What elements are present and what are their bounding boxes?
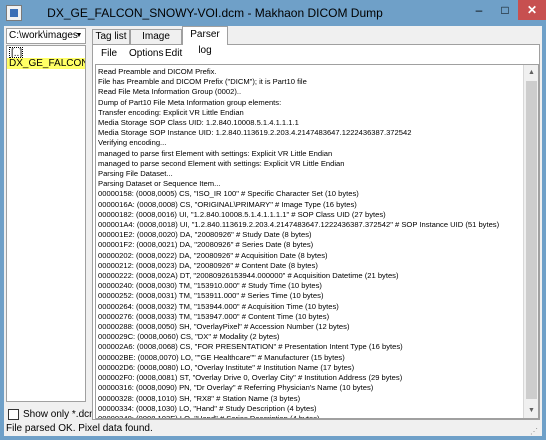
scroll-up-icon[interactable]: ▲	[524, 65, 538, 80]
log-line: 000002F0: (0008,0081) ST, "Overlay Drive…	[98, 373, 403, 383]
log-line: Verifying encoding...	[98, 138, 167, 148]
menu-file[interactable]: File	[101, 48, 117, 59]
minimize-button[interactable]: –	[466, 0, 492, 20]
log-line: Media Storage SOP Instance UID: 1.2.840.…	[98, 128, 412, 138]
log-line: Media Storage SOP Class UID: 1.2.840.100…	[98, 118, 299, 128]
log-line: 00000158: (0008,0005) CS, "ISO_IR 100" #…	[98, 189, 359, 199]
menu-options[interactable]: Options	[129, 48, 163, 59]
vertical-scrollbar[interactable]: ▲ ▼	[523, 65, 538, 418]
parser-log-lines: Read Preamble and DICOM Prefix. File has …	[98, 67, 522, 419]
parser-log-textbox[interactable]: Read Preamble and DICOM Prefix. File has …	[95, 64, 539, 419]
menu-edit[interactable]: Edit	[165, 48, 182, 59]
log-line: 00000340: (0008,103E) LO, "Hand" # Serie…	[98, 413, 320, 419]
log-line: 000001F2: (0008,0021) DA, "20080926" # S…	[98, 240, 314, 250]
file-list-item-parent[interactable]: [..]	[9, 47, 23, 58]
parser-log-panel: File Options Edit Read Preamble and DICO…	[92, 44, 540, 420]
log-line: Parsing File Dataset...	[98, 169, 173, 179]
client-area: C:\work\images ▼ [..] DX_GE_FALCON_SNOWY…	[4, 26, 542, 436]
window-title: DX_GE_FALCON_SNOWY-VOI.dcm - Makhaon DIC…	[47, 6, 383, 20]
file-list-item-selected[interactable]: DX_GE_FALCON_SNOWY	[7, 58, 85, 69]
folder-path-combo[interactable]: C:\work\images ▼	[6, 28, 86, 44]
log-line: 00000252: (0008,0031) TM, "153911.000" #…	[98, 291, 324, 301]
log-line: 000002BE: (0008,0070) LO, ""GE Healthcar…	[98, 352, 345, 362]
log-line: Read Preamble and DICOM Prefix.	[98, 67, 217, 76]
status-bar: File parsed OK. Pixel data found. ⋰	[4, 422, 542, 436]
log-line: 00000202: (0008,0022) DA, "20080926" # A…	[98, 250, 328, 260]
log-line: 0000029C: (0008,0060) CS, "DX" # Modalit…	[98, 332, 280, 342]
resize-grip-icon[interactable]: ⋰	[530, 425, 540, 436]
log-line: 00000316: (0008,0090) PN, "Dr Overlay" #…	[98, 383, 374, 393]
log-line: 00000240: (0008,0030) TM, "153910.000" #…	[98, 281, 322, 291]
chevron-down-icon[interactable]: ▼	[74, 30, 84, 42]
log-line: Dump of Part10 File Meta Information gro…	[98, 97, 282, 107]
log-line: 0000016A: (0008,0008) CS, "ORIGINAL\PRIM…	[98, 199, 357, 209]
log-line: 00000182: (0008,0016) UI, "1.2.840.10008…	[98, 209, 386, 219]
log-line: 00000334: (0008,1030) LO, "Hand" # Study…	[98, 403, 317, 413]
log-line: 000002A6: (0008,0068) CS, "FOR PRESENTAT…	[98, 342, 403, 352]
scroll-down-icon[interactable]: ▼	[524, 403, 538, 418]
folder-path-text: C:\work\images	[9, 30, 78, 41]
log-line: Read File Meta Information Group (0002).…	[98, 87, 242, 97]
log-line: 00000276: (0008,0033) TM, "153947.000" #…	[98, 311, 330, 321]
log-line: File has Preamble and DICOM Prefix ("DIC…	[98, 77, 307, 87]
menu-bar: File Options Edit	[93, 45, 539, 63]
log-line: 000001E2: (0008,0020) DA, "20080926" # S…	[98, 230, 312, 240]
tab-tag-list[interactable]: Tag list	[92, 29, 130, 44]
log-line: 000001A4: (0008,0018) UI, "1.2.840.11361…	[98, 220, 500, 230]
log-line: 00000288: (0008,0050) SH, "OverlayPixel"…	[98, 322, 350, 332]
app-window: DX_GE_FALCON_SNOWY-VOI.dcm - Makhaon DIC…	[0, 0, 546, 440]
log-line: Parsing Dataset or Sequence Item...	[98, 179, 221, 189]
file-list[interactable]: [..] DX_GE_FALCON_SNOWY	[6, 45, 86, 402]
log-line: 00000212: (0008,0023) DA, "20080926" # C…	[98, 260, 318, 270]
tab-parser-log[interactable]: Parser log	[182, 26, 228, 56]
scrollbar-thumb[interactable]	[526, 81, 537, 399]
title-bar[interactable]: DX_GE_FALCON_SNOWY-VOI.dcm - Makhaon DIC…	[0, 0, 546, 26]
status-text: File parsed OK. Pixel data found.	[6, 423, 153, 434]
log-line: 00000328: (0008,1010) SH, "RX8" # Statio…	[98, 393, 301, 403]
log-line: 00000222: (0008,002A) DT, "2008092615394…	[98, 271, 399, 281]
log-line: Transfer encoding: Explicit VR Little En…	[98, 107, 244, 117]
tab-image-viewer[interactable]: Image viewer	[130, 29, 182, 55]
close-button[interactable]: ✕	[518, 0, 546, 20]
show-only-dcm-checkbox[interactable]	[8, 408, 19, 420]
log-line: managed to parse first Element with sett…	[98, 148, 333, 158]
log-line: managed to parse second Element with set…	[98, 158, 345, 168]
log-line: 00000264: (0008,0032) TM, "153944.000" #…	[98, 301, 339, 311]
log-line: 000002D6: (0008,0080) LO, "Overlay Insti…	[98, 362, 355, 372]
maximize-button[interactable]: □	[492, 0, 518, 20]
